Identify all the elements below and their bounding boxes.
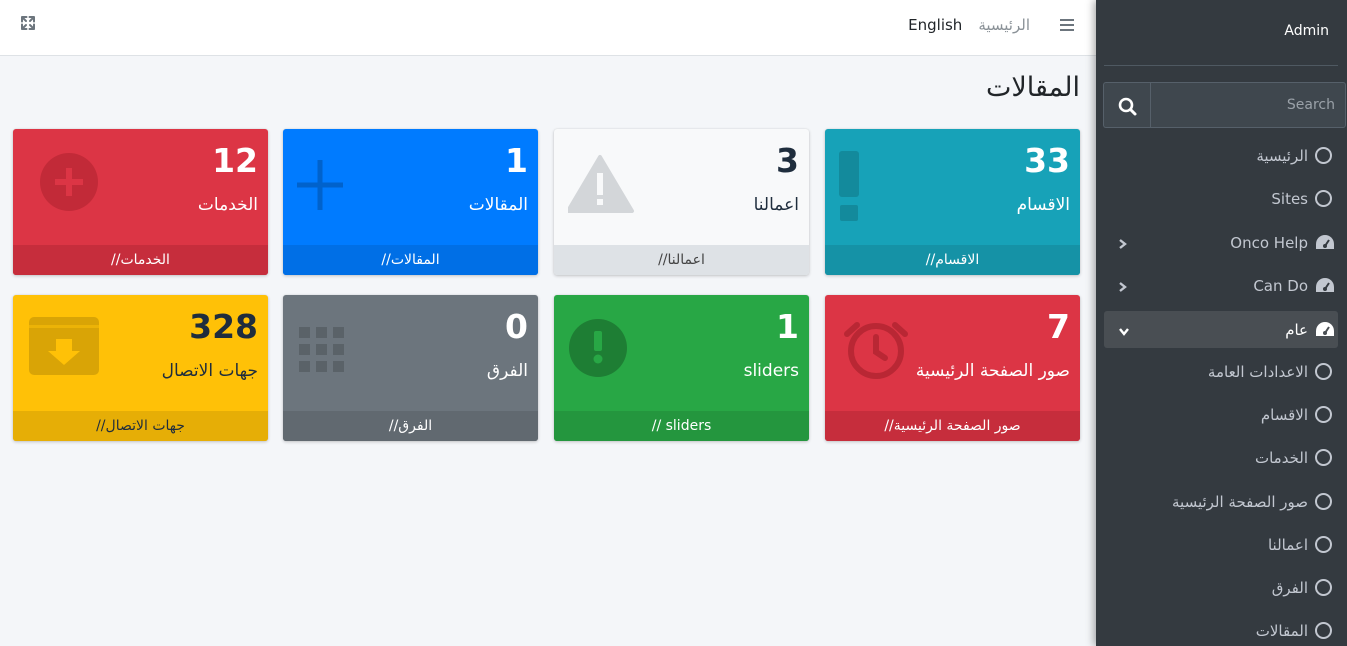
sidebar-item-label: عام	[1285, 320, 1308, 339]
stat-label: اعمالنا	[753, 195, 799, 215]
sidebar-item-label: Sites	[1271, 189, 1308, 208]
stat-footer-link[interactable]: الاقسام//	[825, 245, 1080, 275]
search-input[interactable]	[1150, 82, 1346, 128]
dashboard-icon	[1315, 234, 1334, 251]
warning-triangle-icon	[566, 151, 640, 223]
circle-icon	[1315, 579, 1332, 596]
stat-label: الخدمات	[197, 195, 258, 215]
stat-box-works: 3 اعمالنا اعمالنا//	[554, 129, 809, 275]
circle-icon	[1315, 536, 1332, 553]
exclamation-icon	[839, 151, 911, 223]
grid-icon	[297, 317, 369, 389]
hamburger-menu-icon[interactable]	[1060, 19, 1074, 31]
navbar-home-link[interactable]: الرئيسية	[978, 16, 1030, 34]
language-english-link[interactable]: English	[908, 16, 962, 34]
stat-footer-link[interactable]: الفرق//	[283, 411, 538, 441]
stat-number: 0	[505, 307, 528, 346]
circle-icon	[1315, 363, 1332, 380]
sidebar-item-label: اعمالنا	[1267, 535, 1308, 554]
stat-number: 3	[776, 141, 799, 180]
stat-footer-link[interactable]: اعمالنا//	[554, 245, 809, 275]
navbar-links: English الرئيسية	[892, 16, 1074, 34]
stat-number: 7	[1047, 307, 1070, 346]
stat-box-articles: 1 المقالات المقالات//	[283, 129, 538, 275]
sidebar-item-onco-help[interactable]: Onco Help	[1104, 224, 1338, 261]
stat-label: المقالات	[468, 195, 528, 215]
stat-label: جهات الاتصال	[161, 361, 258, 381]
chevron-left-icon	[1118, 279, 1128, 292]
plus-circle-icon	[27, 151, 99, 223]
sidebar-item-label: الاعدادات العامة	[1207, 362, 1308, 381]
sidebar-item-home-images[interactable]: صور الصفحة الرئيسية	[1104, 483, 1338, 520]
stat-box-services: 12 الخدمات الخدمات//	[13, 129, 268, 275]
sidebar-search	[1103, 82, 1346, 128]
chevron-down-icon	[1118, 323, 1129, 336]
stat-box-sliders: 1 sliders sliders //	[554, 295, 809, 441]
sidebar: Admin الرئيسية Sites Onco Help Can Do	[1096, 0, 1347, 646]
stat-box-teams: 0 الفرق الفرق//	[283, 295, 538, 441]
sidebar-divider	[1104, 65, 1338, 66]
sidebar-item-label: Onco Help	[1230, 233, 1308, 252]
stat-footer-link[interactable]: الخدمات//	[13, 245, 268, 275]
dashboard-icon	[1315, 277, 1334, 294]
stat-number: 1	[505, 141, 528, 180]
sidebar-item-label: الفرق	[1271, 578, 1308, 597]
circle-icon	[1315, 406, 1332, 423]
stat-footer-link[interactable]: جهات الاتصال//	[13, 411, 268, 441]
sidebar-item-teams[interactable]: الفرق	[1104, 569, 1338, 606]
circle-icon	[1315, 449, 1332, 466]
circle-icon	[1315, 190, 1332, 207]
stat-number: 33	[1024, 141, 1070, 180]
sidebar-item-general[interactable]: عام	[1104, 311, 1338, 348]
stat-footer-link[interactable]: sliders //	[554, 411, 809, 441]
circle-icon	[1315, 147, 1332, 164]
stat-footer-link[interactable]: المقالات//	[283, 245, 538, 275]
stat-number: 1	[776, 307, 799, 346]
sidebar-item-label: الاقسام	[1260, 405, 1308, 424]
page-title: المقالات	[985, 72, 1080, 103]
sidebar-item-general-settings[interactable]: الاعدادات العامة	[1104, 353, 1338, 390]
sidebar-item-label: صور الصفحة الرئيسية	[1172, 492, 1308, 511]
stat-footer-link[interactable]: صور الصفحة الرئيسية//	[825, 411, 1080, 441]
brand-name[interactable]: Admin	[1284, 23, 1329, 39]
stat-label: الاقسام	[1016, 195, 1070, 215]
circle-icon	[1315, 622, 1332, 639]
top-navbar: English الرئيسية	[0, 0, 1096, 56]
sidebar-item-services[interactable]: الخدمات	[1104, 439, 1338, 476]
sidebar-item-label: الرئيسية	[1256, 146, 1308, 165]
sidebar-item-sites[interactable]: Sites	[1104, 180, 1338, 217]
stat-number: 328	[189, 307, 258, 346]
sidebar-item-label: المقالات	[1255, 621, 1308, 640]
stat-box-sections: 33 الاقسام الاقسام//	[825, 129, 1080, 275]
stat-box-home-images: 7 صور الصفحة الرئيسية صور الصفحة الرئيسي…	[825, 295, 1080, 441]
search-icon	[1118, 97, 1137, 116]
sidebar-item-label: الخدمات	[1254, 448, 1308, 467]
sidebar-item-works[interactable]: اعمالنا	[1104, 526, 1338, 563]
alarm-clock-icon	[839, 317, 911, 389]
sidebar-item-sections[interactable]: الاقسام	[1104, 396, 1338, 433]
circle-icon	[1315, 493, 1332, 510]
fullscreen-expand-icon[interactable]	[19, 14, 37, 32]
exclamation-circle-icon	[568, 317, 640, 389]
archive-download-icon	[27, 317, 99, 389]
sidebar-item-can-do[interactable]: Can Do	[1104, 267, 1338, 304]
search-button[interactable]	[1103, 82, 1150, 128]
plus-icon	[297, 151, 369, 223]
stat-label: صور الصفحة الرئيسية	[915, 361, 1070, 381]
stat-label: sliders	[743, 361, 799, 381]
chevron-left-icon	[1118, 236, 1128, 249]
sidebar-item-label: Can Do	[1253, 276, 1308, 295]
dashboard-icon	[1315, 321, 1334, 338]
sidebar-item-home[interactable]: الرئيسية	[1104, 137, 1338, 174]
stat-box-contacts: 328 جهات الاتصال جهات الاتصال//	[13, 295, 268, 441]
stat-number: 12	[212, 141, 258, 180]
sidebar-item-articles[interactable]: المقالات	[1104, 612, 1338, 646]
stat-label: الفرق	[486, 361, 528, 381]
